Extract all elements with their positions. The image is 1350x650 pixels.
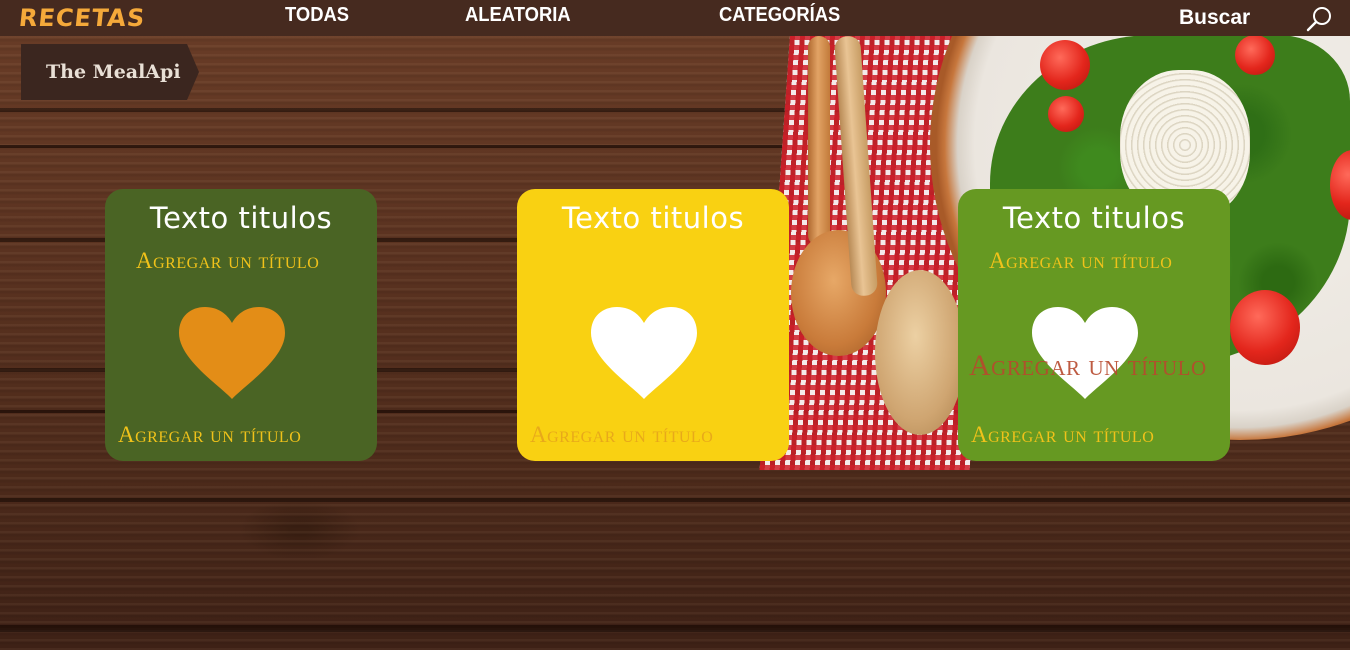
card-footer: Agregar un título <box>971 422 1155 447</box>
nav-link-aleatoria[interactable]: ALEATORIA <box>465 4 571 27</box>
tomato <box>1048 96 1084 132</box>
tomato <box>1040 40 1090 90</box>
recipe-card[interactable]: Texto titulos Agregar un título Agregar … <box>105 189 377 461</box>
brand-logo[interactable]: RECETAS <box>18 4 147 32</box>
card-title: Texto titulos <box>1002 201 1186 235</box>
navbar: RECETAS TODAS ALEATORIA CATEGORÍAS Busca… <box>0 0 1350 36</box>
nav-link-todas[interactable]: TODAS <box>285 4 349 27</box>
overlay-title: Agregar un título <box>969 349 1207 382</box>
card-footer: Agregar un título <box>530 422 714 447</box>
card-title: Texto titulos <box>561 201 745 235</box>
recipe-card[interactable]: Texto titulos Agregar un título <box>517 189 789 461</box>
tomato <box>1235 35 1275 75</box>
card-subtitle: Agregar un título <box>136 248 320 273</box>
card-subtitle: Agregar un título <box>989 248 1173 273</box>
heart-icon[interactable] <box>179 307 285 401</box>
search-icon[interactable] <box>1305 5 1333 33</box>
nav-link-categorias[interactable]: CATEGORÍAS <box>719 4 840 27</box>
search-input[interactable]: Buscar <box>1179 6 1250 30</box>
spoon-bowl <box>875 270 965 435</box>
tomato <box>1230 290 1300 365</box>
card-title: Texto titulos <box>149 201 333 235</box>
spoon-handle <box>808 36 830 246</box>
card-footer: Agregar un título <box>118 422 302 447</box>
brand-tag: The MealApi <box>21 44 199 100</box>
heart-icon[interactable] <box>591 307 697 401</box>
tag-label: The MealApi <box>46 61 181 83</box>
recipe-card[interactable]: Texto titulos Agregar un título Agregar … <box>958 189 1230 461</box>
